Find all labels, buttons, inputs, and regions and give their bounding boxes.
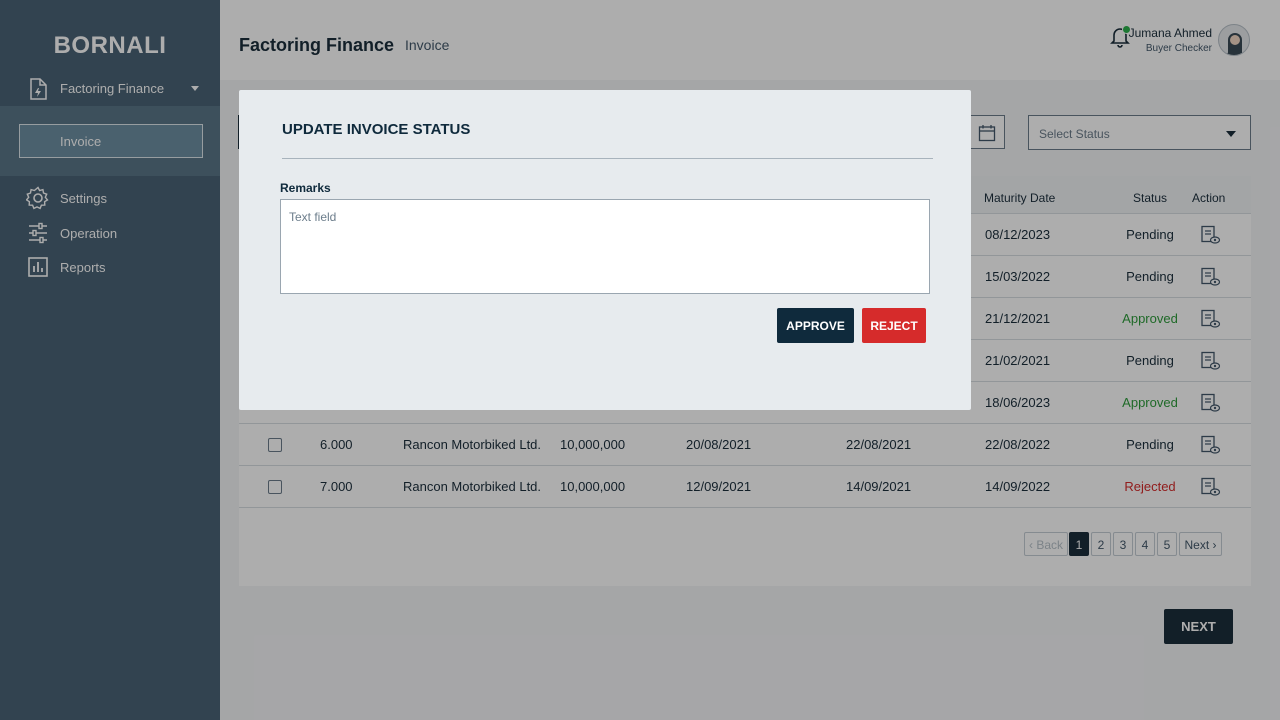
update-status-modal: UPDATE INVOICE STATUS Remarks APPROVE RE… <box>239 90 971 410</box>
remarks-textarea[interactable] <box>280 199 930 294</box>
divider <box>282 158 933 159</box>
modal-title: UPDATE INVOICE STATUS <box>282 121 471 138</box>
approve-button[interactable]: APPROVE <box>777 308 854 343</box>
reject-button[interactable]: REJECT <box>862 308 926 343</box>
remarks-label: Remarks <box>280 181 331 195</box>
